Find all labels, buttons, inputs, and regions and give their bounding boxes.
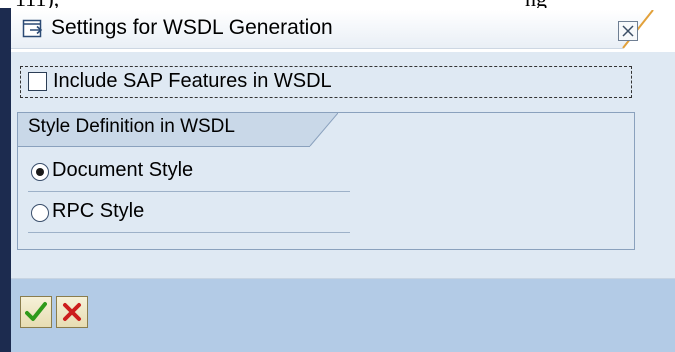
- background-partial-text: 111), ng: [0, 0, 675, 8]
- dialog-title: Settings for WSDL Generation: [51, 16, 333, 39]
- cancel-button[interactable]: [56, 296, 88, 328]
- style-definition-title: Style Definition in WSDL: [28, 116, 235, 137]
- window-left-edge: [0, 8, 11, 352]
- include-sap-features-checkbox[interactable]: [28, 72, 47, 91]
- wsdl-settings-dialog: Settings for WSDL Generation Include SAP…: [0, 8, 675, 352]
- include-sap-features-label: Include SAP Features in WSDL: [53, 70, 332, 92]
- dialog-body: Include SAP Features in WSDL Style Defin…: [11, 52, 675, 279]
- document-style-radio[interactable]: [31, 163, 49, 181]
- include-sap-features-option[interactable]: Include SAP Features in WSDL: [20, 66, 632, 98]
- close-icon: [622, 25, 634, 37]
- title-bar[interactable]: Settings for WSDL Generation: [11, 10, 675, 50]
- cancel-x-icon: [63, 303, 81, 321]
- rpc-style-label: RPC Style: [52, 200, 145, 222]
- background-text-left: 111),: [15, 0, 59, 8]
- background-text-right: ng: [525, 0, 547, 8]
- radio-selected-dot: [36, 168, 44, 176]
- style-definition-group: Style Definition in WSDL Document Style …: [17, 112, 635, 250]
- rpc-style-radio[interactable]: [31, 204, 49, 222]
- document-style-label: Document Style: [52, 159, 194, 181]
- confirm-button[interactable]: [20, 296, 52, 328]
- close-button[interactable]: [618, 21, 638, 41]
- dialog-window-icon: [22, 18, 44, 40]
- checkmark-icon: [25, 302, 47, 321]
- rpc-style-option[interactable]: RPC Style: [28, 194, 350, 233]
- document-style-option[interactable]: Document Style: [28, 153, 350, 192]
- dialog-footer: [11, 279, 675, 352]
